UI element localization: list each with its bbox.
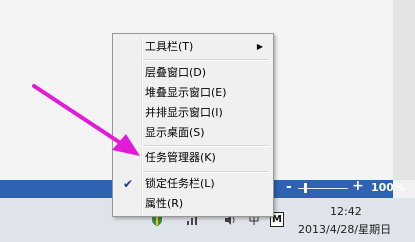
pointer-arrow-icon	[32, 84, 140, 156]
